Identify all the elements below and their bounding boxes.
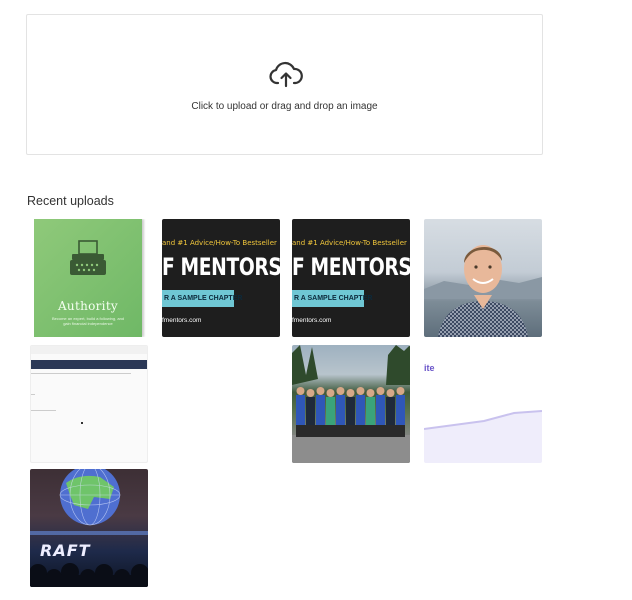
book-cover: Authority Become an expert, build a foll… <box>34 219 142 337</box>
banner-url: fmentors.com <box>162 317 202 324</box>
recent-upload-thumbnail[interactable] <box>30 345 148 463</box>
banner-cta: R A SAMPLE CHAPTER <box>162 290 242 307</box>
banner-tagline: and #1 Advice/How-To Bestseller <box>162 239 277 247</box>
recent-upload-thumbnail[interactable]: ite <box>424 345 542 463</box>
upload-hint: Click to upload or drag and drop an imag… <box>191 101 378 112</box>
book-title: Authority <box>57 299 119 313</box>
banner-cta: R A SAMPLE CHAPTER <box>292 290 372 307</box>
conference-banner-text: RAFT <box>40 541 91 560</box>
chart-label: ite <box>424 363 435 373</box>
group-photo <box>292 345 410 463</box>
recent-upload-thumbnail[interactable]: and #1 Advice/How-To Bestseller F MENTOR… <box>292 219 410 337</box>
recent-upload-thumbnail[interactable] <box>424 219 542 337</box>
banner-url: fmentors.com <box>292 317 332 324</box>
globe-photo <box>30 469 148 587</box>
banner-headline: F MENTORS <box>292 253 410 281</box>
recent-uploads-heading: Recent uploads <box>27 194 114 208</box>
upload-dropzone[interactable]: Click to upload or drag and drop an imag… <box>26 14 543 155</box>
recent-upload-thumbnail[interactable] <box>292 345 410 463</box>
banner-headline: F MENTORS <box>162 253 280 281</box>
cloud-upload-icon <box>269 61 303 88</box>
recent-upload-thumbnail[interactable]: and #1 Advice/How-To Bestseller F MENTOR… <box>162 219 280 337</box>
chart-area <box>424 410 542 463</box>
recent-upload-thumbnail[interactable]: Authority Become an expert, build a foll… <box>30 219 148 337</box>
screenshot-nav-bar <box>31 360 147 369</box>
recent-upload-thumbnail[interactable]: RAFT <box>30 469 148 587</box>
typewriter-icon <box>70 240 106 275</box>
banner-tagline: and #1 Advice/How-To Bestseller <box>292 239 407 247</box>
book-blurb: Become an expert, build a following, and… <box>51 316 125 326</box>
screenshot-browser-bar <box>31 346 147 354</box>
portrait-photo <box>424 245 542 337</box>
